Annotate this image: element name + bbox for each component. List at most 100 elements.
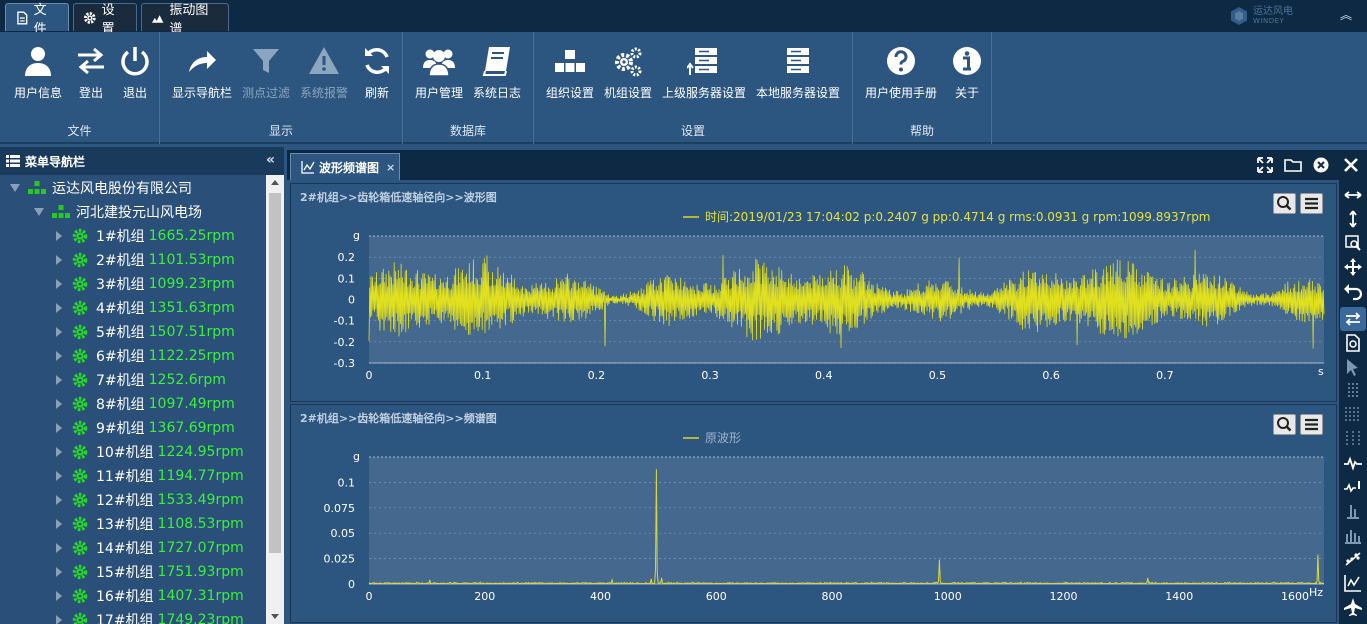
y-tick-label: 0.05 bbox=[331, 527, 356, 540]
upper-server-settings-button[interactable]: 上级服务器设置 bbox=[662, 44, 746, 101]
unit-settings-button[interactable]: 机组设置 bbox=[604, 44, 652, 101]
nav-scrollbar[interactable] bbox=[266, 175, 284, 624]
peak-marker-icon[interactable] bbox=[1343, 477, 1363, 497]
tree-unit-item[interactable]: 9#机组 1367.69rpm bbox=[56, 416, 235, 440]
expand-caret-icon[interactable] bbox=[56, 255, 62, 265]
zoom-window-icon[interactable] bbox=[1343, 233, 1363, 253]
line-chart-icon[interactable] bbox=[1343, 573, 1363, 593]
collapse-ribbon-icon[interactable]: ︽ bbox=[1340, 6, 1352, 23]
expand-caret-icon[interactable] bbox=[56, 447, 62, 457]
y-tick-label: 0.1 bbox=[338, 476, 356, 489]
logout-button[interactable]: 登出 bbox=[74, 44, 108, 101]
bar-marker-icon[interactable] bbox=[1343, 501, 1363, 521]
expand-caret-icon[interactable] bbox=[56, 327, 62, 337]
expand-caret-icon[interactable] bbox=[56, 567, 62, 577]
tree-unit-item[interactable]: 11#机组 1194.77rpm bbox=[56, 464, 244, 488]
gear-icon bbox=[83, 11, 96, 24]
tree-unit-item[interactable]: 15#机组 1751.93rpm bbox=[56, 560, 244, 584]
windey-logo: 运达风电 WINDEY bbox=[1229, 6, 1293, 26]
tree-unit-item[interactable]: 2#机组 1101.53rpm bbox=[56, 248, 235, 272]
pulse-icon[interactable] bbox=[1343, 453, 1363, 473]
horizontal-stretch-icon[interactable] bbox=[1343, 185, 1363, 205]
x-tick-label: 1200 bbox=[1050, 590, 1078, 603]
tree-company[interactable]: 运达风电股份有限公司 bbox=[10, 176, 192, 200]
close-tab-icon[interactable]: × bbox=[386, 161, 395, 174]
exit-button[interactable]: 退出 bbox=[118, 44, 152, 101]
org-settings-button[interactable]: 组织设置 bbox=[546, 44, 594, 101]
gear-icon bbox=[72, 300, 88, 316]
cursor-icon[interactable] bbox=[1343, 357, 1363, 377]
bar-chart-icon[interactable] bbox=[1343, 525, 1363, 545]
expand-caret-icon[interactable] bbox=[56, 471, 62, 481]
tree-unit-item[interactable]: 8#机组 1097.49rpm bbox=[56, 392, 235, 416]
fullscreen-icon[interactable] bbox=[1255, 155, 1275, 175]
tree-farm[interactable]: 河北建投元山风电场 bbox=[34, 200, 202, 224]
spectrum-panel: 2#机组>>齿轮箱低速轴径向>>频谱图 原波形 g Hz 0.1 0.075 0.0… bbox=[290, 404, 1337, 623]
system-log-button[interactable]: 系统日志 bbox=[473, 44, 521, 101]
tree-unit-item[interactable]: 7#机组 1252.6rpm bbox=[56, 368, 226, 392]
scroll-thumb[interactable] bbox=[269, 193, 281, 553]
undo-icon[interactable] bbox=[1343, 281, 1363, 301]
waveform-chart[interactable]: g s 0.2 0.1 0 -0.1 -0.2 -0.3 0 0.1 0.2 0.3 0.4 0.5… bbox=[291, 184, 1338, 403]
tab-file[interactable]: 文件 bbox=[5, 3, 69, 37]
scroll-down-icon[interactable] bbox=[271, 614, 279, 619]
scatter-icon[interactable] bbox=[1343, 549, 1363, 569]
point-filter-button[interactable]: 测点过滤 bbox=[242, 44, 290, 101]
plane-icon[interactable] bbox=[1343, 597, 1363, 617]
tree-unit-item[interactable]: 14#机组 1727.07rpm bbox=[56, 536, 244, 560]
scroll-up-icon[interactable] bbox=[271, 180, 279, 185]
expand-caret-icon[interactable] bbox=[56, 351, 62, 361]
tab-settings[interactable]: 设置 bbox=[73, 3, 137, 37]
user-manual-button[interactable]: 用户使用手册 bbox=[865, 44, 937, 101]
power-icon bbox=[121, 47, 149, 76]
chart-icon bbox=[301, 161, 315, 174]
expand-caret-icon[interactable] bbox=[10, 184, 20, 192]
expand-caret-icon[interactable] bbox=[56, 543, 62, 553]
expand-caret-icon[interactable] bbox=[56, 303, 62, 313]
expand-caret-icon[interactable] bbox=[56, 375, 62, 385]
user-management-button[interactable]: 用户管理 bbox=[415, 44, 463, 101]
expand-caret-icon[interactable] bbox=[56, 591, 62, 601]
tree-unit-item[interactable]: 12#机组 1533.49rpm bbox=[56, 488, 244, 512]
page-search-icon[interactable] bbox=[1343, 333, 1363, 353]
expand-caret-icon[interactable] bbox=[56, 615, 62, 624]
tab-vibration-map[interactable]: 振动图谱 bbox=[141, 3, 229, 37]
system-alarm-button[interactable]: 系统报警 bbox=[300, 44, 348, 101]
tree-unit-item[interactable]: 16#机组 1407.31rpm bbox=[56, 584, 244, 608]
tree-unit-item[interactable]: 4#机组 1351.63rpm bbox=[56, 296, 235, 320]
tree-unit-item[interactable]: 5#机组 1507.51rpm bbox=[56, 320, 235, 344]
org-tree-icon bbox=[28, 181, 46, 194]
expand-caret-icon[interactable] bbox=[56, 495, 62, 505]
unit-name: 3#机组 bbox=[96, 277, 145, 293]
swap-icon[interactable] bbox=[1343, 309, 1363, 329]
doc-tab-waveform-spectrum[interactable]: 波形频谱图 × bbox=[290, 153, 400, 180]
vertical-stretch-icon[interactable] bbox=[1343, 209, 1363, 229]
expand-caret-icon[interactable] bbox=[34, 208, 44, 216]
expand-caret-icon[interactable] bbox=[56, 519, 62, 529]
dotted-bars-icon[interactable] bbox=[1343, 381, 1363, 401]
harmonic-cursor-icon[interactable] bbox=[1343, 405, 1363, 425]
refresh-button[interactable]: 刷新 bbox=[360, 44, 394, 101]
tree-unit-item[interactable]: 13#机组 1108.53rpm bbox=[56, 512, 244, 536]
tree-unit-item[interactable]: 3#机组 1099.23rpm bbox=[56, 272, 235, 296]
tree-unit-item[interactable]: 1#机组 1665.25rpm bbox=[56, 224, 235, 248]
user-info-button[interactable]: 用户信息 bbox=[14, 44, 62, 101]
expand-caret-icon[interactable] bbox=[56, 279, 62, 289]
unit-rpm: 1099.23rpm bbox=[148, 276, 235, 292]
expand-caret-icon[interactable] bbox=[56, 423, 62, 433]
spectrum-chart[interactable]: g Hz 0.1 0.075 0.05 0.025 0 0 200 400 600 800 100… bbox=[291, 405, 1338, 624]
about-button[interactable]: 关于 bbox=[950, 44, 984, 101]
sideband-icon[interactable] bbox=[1343, 429, 1363, 449]
close-circle-icon[interactable] bbox=[1311, 155, 1331, 175]
tree-unit-item[interactable]: 6#机组 1122.25rpm bbox=[56, 344, 235, 368]
local-server-settings-button[interactable]: 本地服务器设置 bbox=[756, 44, 840, 101]
expand-caret-icon[interactable] bbox=[56, 399, 62, 409]
tree-unit-item[interactable]: 10#机组 1224.95rpm bbox=[56, 440, 244, 464]
folder-icon[interactable] bbox=[1283, 155, 1303, 175]
collapse-nav-icon[interactable]: « bbox=[266, 152, 275, 168]
tree-unit-item[interactable]: 17#机组 1749.23rpm bbox=[56, 608, 244, 624]
close-icon[interactable] bbox=[1341, 155, 1361, 175]
expand-caret-icon[interactable] bbox=[56, 231, 62, 241]
show-nav-button[interactable]: 显示导航栏 bbox=[172, 44, 232, 101]
move-icon[interactable] bbox=[1343, 257, 1363, 277]
